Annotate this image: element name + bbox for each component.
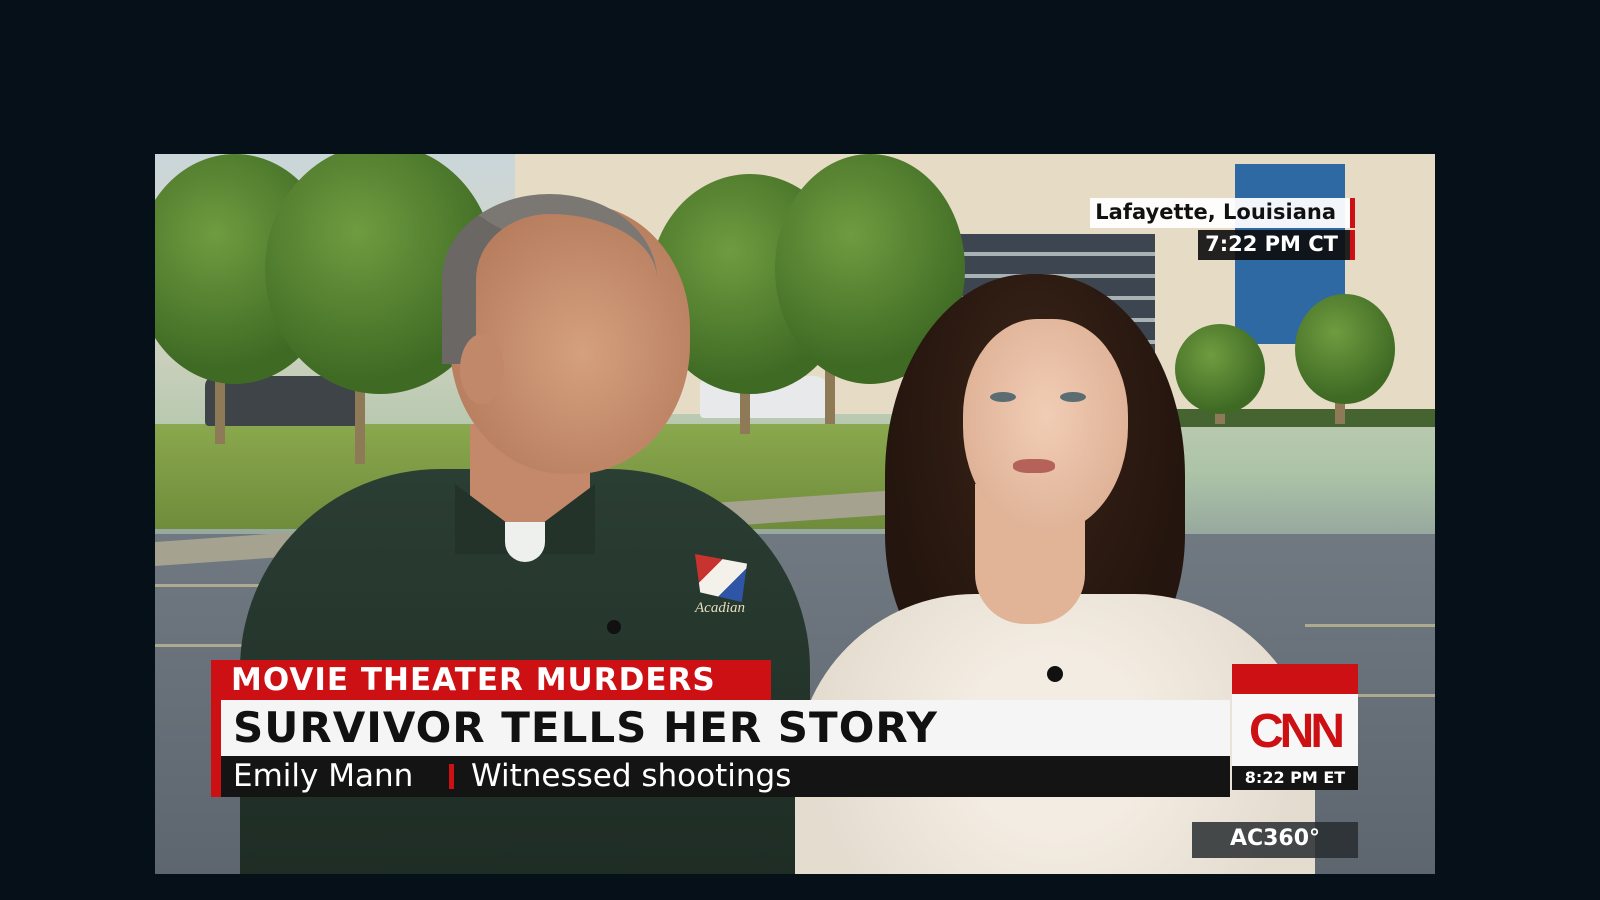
woman-eye: [1060, 392, 1086, 402]
network-bug-red: [1232, 664, 1358, 694]
guest-description: Witnessed shootings: [471, 758, 792, 794]
location-label: Lafayette, Louisiana: [1090, 198, 1355, 228]
kicker-banner: MOVIE THEATER MURDERS: [211, 660, 771, 700]
network-bug: CNN 8:22 PM ET: [1232, 664, 1358, 796]
shirt-logo-text: Acadian: [695, 600, 745, 616]
woman-mouth: [1013, 459, 1055, 473]
et-time-text: 8:22 PM ET: [1244, 768, 1346, 787]
show-name: AC360°: [1229, 826, 1321, 851]
video-frame: Acadian Lafayette, Louisiana 7:22 PM CT …: [155, 154, 1435, 874]
woman-face: [963, 319, 1128, 534]
woman-eye: [990, 392, 1016, 402]
et-time-box: 8:22 PM ET: [1232, 766, 1358, 790]
cnn-logo: CNN: [1249, 705, 1345, 758]
local-time-text: 7:22 PM CT: [1205, 232, 1338, 256]
name-separator: [449, 764, 454, 789]
lapel-mic: [1047, 666, 1063, 682]
man-ear: [460, 334, 504, 404]
headline-text: SURVIVOR TELLS HER STORY: [233, 703, 938, 752]
guest-name: Emily Mann: [233, 758, 414, 794]
kicker-text: MOVIE THEATER MURDERS: [231, 662, 716, 698]
tree: [1175, 324, 1265, 414]
location-text: Lafayette, Louisiana: [1095, 200, 1336, 224]
show-bug: AC360°: [1192, 822, 1358, 858]
tree: [1295, 294, 1395, 404]
lot-stripe: [1305, 624, 1435, 627]
lapel-mic: [607, 620, 621, 634]
headline-banner: SURVIVOR TELLS HER STORY: [211, 700, 1230, 756]
name-banner: Emily Mann Witnessed shootings: [211, 756, 1230, 797]
local-time-label: 7:22 PM CT: [1198, 230, 1355, 260]
hedge: [1155, 409, 1435, 427]
man-undershirt: [505, 522, 545, 562]
